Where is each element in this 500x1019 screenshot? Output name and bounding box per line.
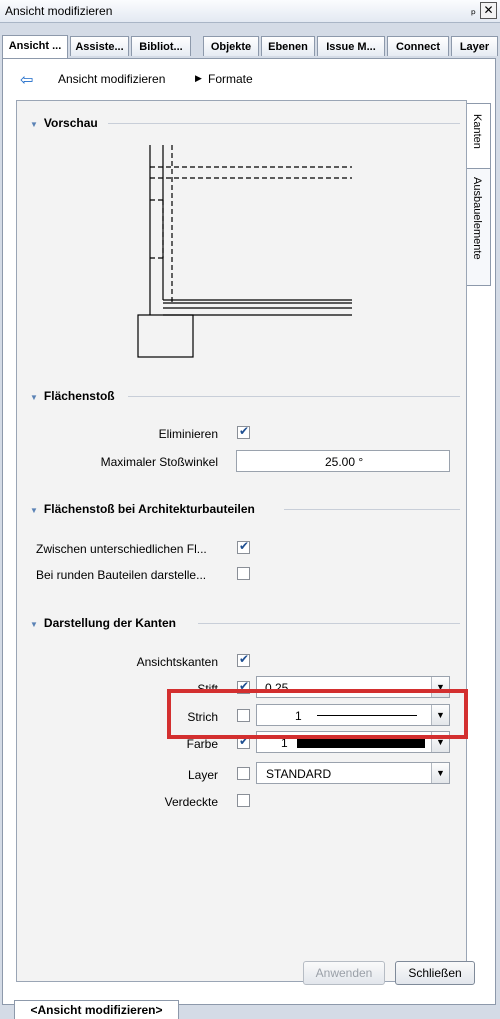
- preview-drawing: [137, 145, 352, 358]
- section-divider: [284, 509, 460, 510]
- stosswinkel-input[interactable]: 25.00 °: [236, 450, 450, 472]
- section-architektur-label: Flächenstoß bei Architekturbauteilen: [43, 502, 255, 516]
- tab-layer[interactable]: Layer: [451, 36, 498, 56]
- tab-issue[interactable]: Issue M...: [317, 36, 385, 56]
- section-vorschau[interactable]: ▼ Vorschau: [30, 116, 98, 130]
- section-flaechenstoss-label: Flächenstoß: [43, 389, 115, 403]
- eliminieren-label: Eliminieren: [158, 427, 218, 441]
- close-icon[interactable]: ✕: [480, 2, 497, 19]
- runden-checkbox[interactable]: [237, 567, 250, 580]
- ansichtskanten-label: Ansichtskanten: [136, 655, 218, 669]
- tab-connect[interactable]: Connect: [387, 36, 449, 56]
- window-titlebar: Ansicht modifizieren ₚ ✕: [0, 0, 500, 23]
- tab-bibliothek[interactable]: Bibliot...: [131, 36, 191, 56]
- runden-label: Bei runden Bauteilen darstelle...: [36, 568, 207, 582]
- verdeckte-checkbox[interactable]: [237, 794, 250, 807]
- layer-label: Layer: [187, 768, 218, 782]
- tab-ebenen[interactable]: Ebenen: [261, 36, 315, 56]
- section-divider: [128, 396, 460, 397]
- layer-value: STANDARD: [266, 767, 332, 781]
- section-flaechenstoss[interactable]: ▼ Flächenstoß: [30, 389, 115, 403]
- section-divider: [108, 123, 460, 124]
- breadcrumb-ansicht[interactable]: Ansicht modifizieren: [58, 72, 165, 86]
- section-vorschau-label: Vorschau: [43, 116, 98, 130]
- zwischen-label: Zwischen unterschiedlichen Fl...: [36, 542, 207, 556]
- tab-ansicht[interactable]: Ansicht ...: [2, 35, 68, 58]
- breadcrumb-arrow-icon: ▶: [195, 73, 202, 83]
- layer-checkbox[interactable]: [237, 767, 250, 780]
- close-button[interactable]: Schließen: [395, 961, 475, 985]
- stosswinkel-value: 25.00 °: [325, 455, 364, 469]
- section-divider: [198, 623, 460, 624]
- tab-objekte[interactable]: Objekte: [203, 36, 259, 56]
- section-kanten-label: Darstellung der Kanten: [43, 616, 176, 630]
- chevron-down-icon[interactable]: ▼: [431, 763, 449, 783]
- breadcrumb-formate: Formate: [208, 72, 253, 86]
- pin-icon[interactable]: ₚ: [471, 3, 476, 17]
- verdeckte-label: Verdeckte: [164, 795, 218, 809]
- back-arrow-icon[interactable]: ⇦: [20, 70, 33, 90]
- side-tab-kanten-label: Kanten: [471, 114, 483, 149]
- highlight-box: [167, 689, 468, 739]
- collapse-triangle-icon: ▼: [30, 620, 38, 629]
- apply-button[interactable]: Anwenden: [303, 961, 385, 985]
- collapse-triangle-icon: ▼: [30, 120, 38, 129]
- section-kanten[interactable]: ▼ Darstellung der Kanten: [30, 616, 176, 630]
- collapse-triangle-icon: ▼: [30, 506, 38, 515]
- stosswinkel-label: Maximaler Stoßwinkel: [100, 455, 218, 469]
- status-tab[interactable]: <Ansicht modifizieren>: [14, 1000, 179, 1019]
- side-tab-ausbauelemente-label: Ausbauelemente: [471, 177, 483, 260]
- farbe-label: Farbe: [186, 737, 218, 751]
- zwischen-checkbox[interactable]: [237, 539, 250, 554]
- layer-select[interactable]: STANDARD ▼: [256, 762, 450, 784]
- tab-bar: Ansicht ... Assiste... Bibliot... Objekt…: [0, 35, 500, 58]
- collapse-triangle-icon: ▼: [30, 393, 38, 402]
- ansichtskanten-checkbox[interactable]: [237, 652, 250, 667]
- tab-assistent[interactable]: Assiste...: [70, 36, 129, 56]
- window-title: Ansicht modifizieren: [5, 4, 113, 18]
- side-tab-ausbauelemente[interactable]: Ausbauelemente: [467, 168, 491, 286]
- eliminieren-checkbox[interactable]: [237, 424, 250, 439]
- section-architektur[interactable]: ▼ Flächenstoß bei Architekturbauteilen: [30, 502, 255, 516]
